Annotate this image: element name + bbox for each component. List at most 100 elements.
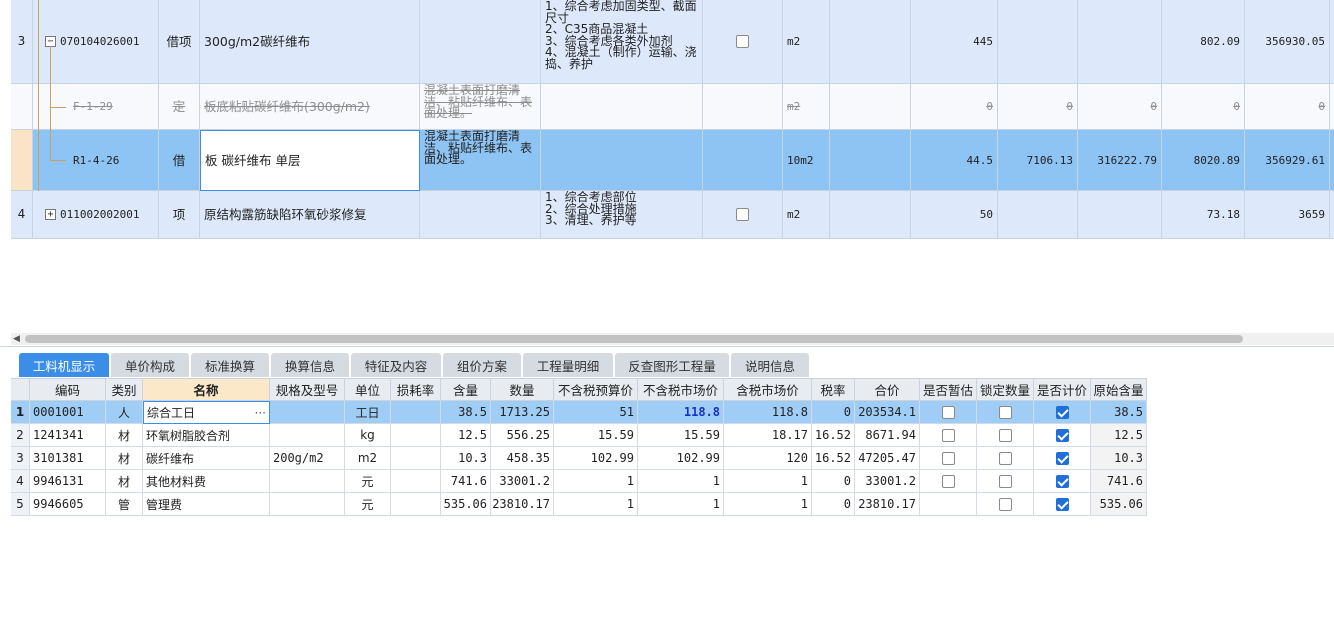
col-header-rate[interactable]: 税率	[812, 378, 855, 401]
tab-8[interactable]: 说明信息	[731, 353, 809, 377]
bill-cell-name[interactable]: 原结构露筋缺陷环氧砂浆修复	[200, 191, 420, 239]
horizontal-scrollbar[interactable]: ◀	[11, 333, 1334, 345]
grid-cell-loss[interactable]	[391, 470, 441, 493]
grid-cell-taxmarket[interactable]: 1	[724, 470, 812, 493]
grid-cell-orig[interactable]: 741.6	[1091, 470, 1147, 493]
grid-cell-est[interactable]	[920, 470, 977, 493]
grid-cell-cat[interactable]: 管	[106, 493, 143, 516]
grid-cell-taxmarket[interactable]: 118.8	[724, 401, 812, 424]
col-header-market[interactable]: 不含税市场价	[638, 378, 724, 401]
grid-cell-rate[interactable]: 0	[812, 401, 855, 424]
col-header-orig[interactable]: 原始含量	[1091, 378, 1147, 401]
grid-cell-orig[interactable]: 535.06	[1091, 493, 1147, 516]
grid-cell-spec[interactable]	[270, 424, 345, 447]
grid-cell-orig[interactable]: 10.3	[1091, 447, 1147, 470]
grid-cell-est[interactable]	[920, 424, 977, 447]
grid-cell-content[interactable]: 741.6	[441, 470, 491, 493]
grid-cell-content[interactable]: 38.5	[441, 401, 491, 424]
lock-checkbox[interactable]	[998, 451, 1012, 465]
scroll-left-arrow-icon[interactable]: ◀	[13, 334, 20, 344]
grid-cell-lock[interactable]	[977, 493, 1034, 516]
bill-cell-check[interactable]	[703, 130, 783, 191]
ellipsis-button[interactable]: ···	[255, 406, 266, 420]
col-header-lock[interactable]: 锁定数量	[977, 378, 1034, 401]
grid-cell-name[interactable]: 其他材料费	[143, 470, 270, 493]
grid-cell-code[interactable]: 9946605	[30, 493, 106, 516]
tab-1[interactable]: 单价构成	[111, 353, 189, 377]
col-header-priced[interactable]: 是否计价	[1034, 378, 1091, 401]
grid-cell-lock[interactable]	[977, 447, 1034, 470]
grid-cell-rate[interactable]: 0	[812, 470, 855, 493]
grid-cell-name[interactable]: 环氧树脂胶合剂	[143, 424, 270, 447]
grid-cell-taxmarket[interactable]: 1	[724, 493, 812, 516]
grid-cell-cat[interactable]: 材	[106, 424, 143, 447]
scrollbar-thumb[interactable]	[25, 335, 1243, 343]
grid-cell-market[interactable]: 1	[638, 493, 724, 516]
grid-cell-qty[interactable]: 556.25	[491, 424, 554, 447]
col-header-total[interactable]: 合价	[855, 378, 920, 401]
col-header-loss[interactable]: 损耗率	[391, 378, 441, 401]
grid-cell-content[interactable]: 12.5	[441, 424, 491, 447]
est-checkbox[interactable]	[941, 474, 955, 488]
grid-cell-orig[interactable]: 12.5	[1091, 424, 1147, 447]
grid-cell-spec[interactable]	[270, 493, 345, 516]
grid-cell-spec[interactable]	[270, 401, 345, 424]
grid-cell-content[interactable]: 10.3	[441, 447, 491, 470]
tab-4[interactable]: 特征及内容	[351, 353, 441, 377]
lock-checkbox[interactable]	[998, 405, 1012, 419]
grid-cell-n[interactable]: 5	[11, 493, 30, 516]
grid-cell-code[interactable]: 1241341	[30, 424, 106, 447]
grid-cell-market[interactable]: 15.59	[638, 424, 724, 447]
priced-checkbox[interactable]	[1055, 474, 1069, 488]
bill-cell-name[interactable]: 300g/m2碳纤维布	[200, 0, 420, 84]
tab-5[interactable]: 组价方案	[443, 353, 521, 377]
grid-cell-n[interactable]: 4	[11, 470, 30, 493]
grid-cell-cat[interactable]: 材	[106, 447, 143, 470]
grid-cell-budget[interactable]: 15.59	[554, 424, 638, 447]
grid-cell-loss[interactable]	[391, 424, 441, 447]
lock-checkbox[interactable]	[998, 428, 1012, 442]
grid-cell-unit[interactable]: 工日	[345, 401, 391, 424]
grid-cell-name[interactable]: 综合工日 ···	[143, 401, 270, 424]
grid-cell-loss[interactable]	[391, 493, 441, 516]
grid-cell-unit[interactable]: m2	[345, 447, 391, 470]
tab-3[interactable]: 换算信息	[271, 353, 349, 377]
col-header-name[interactable]: 名称	[143, 378, 270, 401]
expand-icon[interactable]: +	[45, 209, 56, 220]
col-header-content[interactable]: 含量	[441, 378, 491, 401]
grid-cell-content[interactable]: 535.06	[441, 493, 491, 516]
col-header-cat[interactable]: 类别	[106, 378, 143, 401]
grid-cell-code[interactable]: 0001001	[30, 401, 106, 424]
grid-cell-market[interactable]: 1	[638, 470, 724, 493]
grid-cell-loss[interactable]	[391, 447, 441, 470]
grid-cell-est[interactable]	[920, 401, 977, 424]
grid-cell-est[interactable]	[920, 447, 977, 470]
grid-cell-market[interactable]: 118.8	[638, 401, 724, 424]
grid-cell-budget[interactable]: 1	[554, 470, 638, 493]
grid-cell-rate[interactable]: 0	[812, 493, 855, 516]
grid-cell-budget[interactable]: 1	[554, 493, 638, 516]
grid-cell-qty[interactable]: 458.35	[491, 447, 554, 470]
est-checkbox[interactable]	[941, 428, 955, 442]
grid-cell-priced[interactable]	[1034, 493, 1091, 516]
col-header-unit[interactable]: 单位	[345, 378, 391, 401]
col-header-est[interactable]: 是否暂估	[920, 378, 977, 401]
grid-cell-est[interactable]	[920, 493, 977, 516]
grid-cell-total[interactable]: 47205.47	[855, 447, 920, 470]
bill-cell-check[interactable]	[703, 84, 783, 130]
row-checkbox[interactable]	[736, 208, 749, 221]
priced-checkbox[interactable]	[1055, 451, 1069, 465]
grid-cell-rate[interactable]: 16.52	[812, 424, 855, 447]
grid-cell-n[interactable]: 3	[11, 447, 30, 470]
grid-cell-total[interactable]: 23810.17	[855, 493, 920, 516]
grid-cell-spec[interactable]	[270, 470, 345, 493]
priced-checkbox[interactable]	[1055, 497, 1069, 511]
est-checkbox[interactable]	[941, 405, 955, 419]
grid-cell-priced[interactable]	[1034, 447, 1091, 470]
grid-cell-lock[interactable]	[977, 401, 1034, 424]
grid-cell-lock[interactable]	[977, 424, 1034, 447]
grid-cell-priced[interactable]	[1034, 470, 1091, 493]
grid-cell-priced[interactable]	[1034, 424, 1091, 447]
col-header-spec[interactable]: 规格及型号	[270, 378, 345, 401]
priced-checkbox[interactable]	[1055, 405, 1069, 419]
